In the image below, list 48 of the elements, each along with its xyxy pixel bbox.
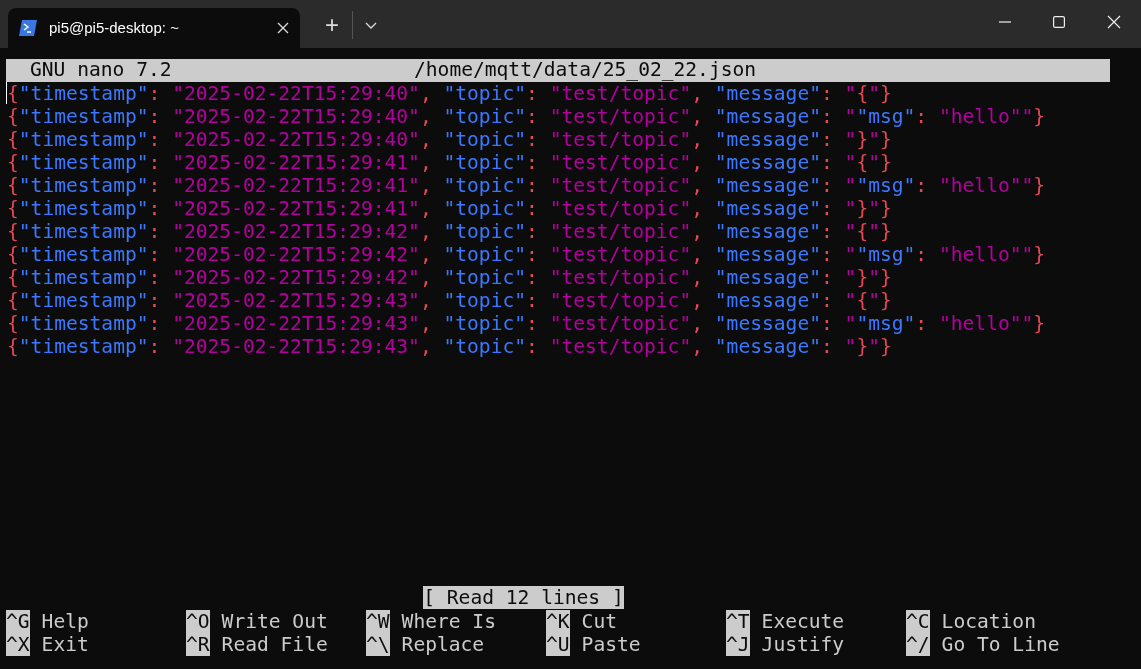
shortcut-label: Read File [221, 633, 328, 656]
shortcut-key: ^R [186, 633, 210, 656]
status-message: [ Read 12 lines ] [423, 586, 624, 609]
shortcut-label: Paste [581, 633, 641, 656]
shortcut-key: ^U [546, 633, 570, 656]
shortcut-label: Exit [41, 633, 89, 656]
nano-version: GNU nano 7.2 [30, 59, 173, 82]
shortcut-key: ^\ [366, 633, 390, 656]
shortcut-key: ^X [6, 633, 30, 656]
close-icon[interactable] [1107, 14, 1121, 30]
shortcut-key: ^W [366, 610, 390, 633]
code-line: {"timestamp": "2025-02-22T15:29:42", "topic": "test/topic", "message": ""msg": "hello""} [7, 243, 1046, 266]
code-line: {"timestamp": "2025-02-22T15:29:42", "topic": "test/topic", "message": "}"} [7, 266, 892, 289]
shortcut-key: ^G [6, 610, 30, 633]
code-line: {"timestamp": "2025-02-22T15:29:43", "topic": "test/topic", "message": ""msg": "hello""} [7, 312, 1046, 335]
shortcut-label: Location [941, 610, 1036, 633]
shortcut-key: ^K [546, 610, 570, 633]
code-line: {"timestamp": "2025-02-22T15:29:41", "topic": "test/topic", "message": ""msg": "hello""} [7, 174, 1046, 197]
shortcut-label: Where Is [401, 610, 496, 633]
shortcut-label: Go To Line [941, 633, 1060, 656]
code-line: {"timestamp": "2025-02-22T15:29:40", "topic": "test/topic", "message": ""msg": "hello""} [7, 105, 1046, 128]
maximize-icon[interactable] [1053, 14, 1065, 30]
new-tab-button[interactable]: + [312, 10, 352, 40]
terminal-tab[interactable]: pi5@pi5-desktop: ~ [8, 8, 300, 48]
code-line: {"timestamp": "2025-02-22T15:29:41", "topic": "test/topic", "message": "}"} [7, 197, 892, 220]
terminal-icon [19, 20, 37, 36]
shortcut-label: Execute [761, 610, 845, 633]
shortcut-label: Justify [761, 633, 845, 656]
code-line: {"timestamp": "2025-02-22T15:29:43", "topic": "test/topic", "message": "{"} [7, 289, 892, 312]
code-line: {"timestamp": "2025-02-22T15:29:40", "topic": "test/topic", "message": "{"} [7, 82, 892, 105]
code-line: {"timestamp": "2025-02-22T15:29:42", "topic": "test/topic", "message": "{"} [7, 220, 892, 243]
shortcut-key: ^T [726, 610, 750, 633]
shortcut-key: ^J [726, 633, 750, 656]
close-icon[interactable] [277, 22, 289, 34]
shortcut-label: Cut [581, 610, 617, 633]
shortcut-key: ^O [186, 610, 210, 633]
tab-title: pi5@pi5-desktop: ~ [49, 17, 180, 38]
shortcut-label: Help [41, 610, 89, 633]
shortcut-key: ^/ [906, 633, 930, 656]
code-line: {"timestamp": "2025-02-22T15:29:40", "topic": "test/topic", "message": "}"} [7, 128, 892, 151]
shortcut-label: Replace [401, 633, 485, 656]
chevron-down-icon[interactable] [365, 22, 377, 30]
code-line: {"timestamp": "2025-02-22T15:29:43", "topic": "test/topic", "message": "}"} [7, 335, 892, 358]
text-cursor [6, 82, 7, 104]
shortcut-label: Write Out [221, 610, 328, 633]
file-path: /home/mqtt/data/25_02_22.json [414, 59, 757, 82]
shortcut-key: ^C [906, 610, 930, 633]
code-line: {"timestamp": "2025-02-22T15:29:41", "topic": "test/topic", "message": "{"} [7, 151, 892, 174]
